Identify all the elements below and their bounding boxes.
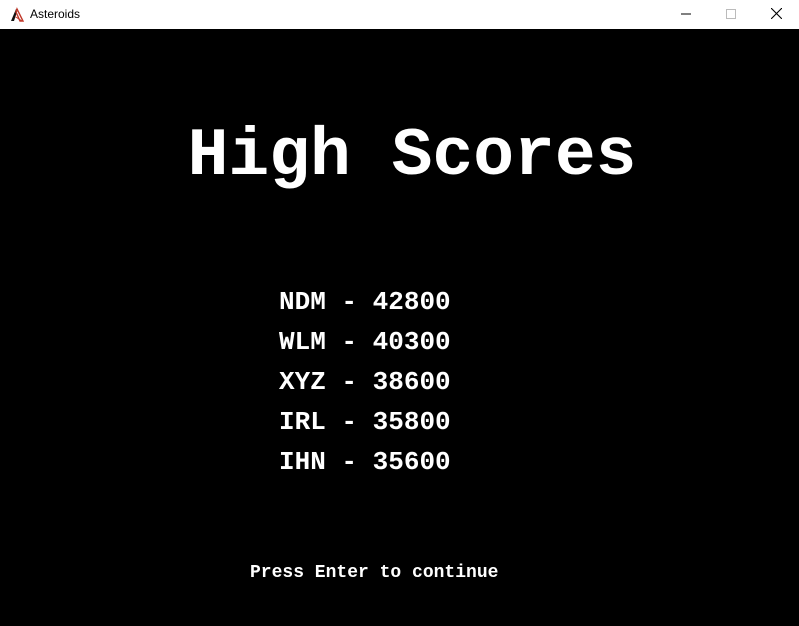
continue-prompt: Press Enter to continue bbox=[250, 563, 499, 583]
score-value: 35600 bbox=[372, 447, 451, 477]
score-separator: - bbox=[341, 447, 358, 477]
score-separator: - bbox=[341, 407, 358, 437]
score-row: IHN - 35600 bbox=[279, 442, 539, 482]
score-initials: XYZ bbox=[279, 367, 326, 397]
score-separator: - bbox=[341, 367, 358, 397]
score-separator: - bbox=[341, 327, 358, 357]
asteroids-app-icon bbox=[9, 7, 25, 23]
minimize-icon bbox=[681, 6, 691, 24]
score-initials: IRL bbox=[279, 407, 326, 437]
game-canvas[interactable]: High Scores NDM - 42800 WLM - 40300 XYZ … bbox=[0, 29, 799, 626]
window-title: Asteroids bbox=[30, 7, 81, 21]
maximize-button[interactable] bbox=[708, 0, 754, 29]
score-row: XYZ - 38600 bbox=[279, 362, 539, 402]
score-initials: NDM bbox=[279, 287, 326, 317]
score-row: NDM - 42800 bbox=[279, 282, 539, 322]
score-value: 42800 bbox=[372, 287, 451, 317]
close-icon bbox=[770, 6, 782, 24]
minimize-button[interactable] bbox=[663, 0, 709, 29]
high-scores-heading: High Scores bbox=[187, 118, 637, 195]
score-separator: - bbox=[341, 287, 358, 317]
score-initials: WLM bbox=[279, 327, 326, 357]
score-value: 38600 bbox=[372, 367, 451, 397]
score-value: 35800 bbox=[372, 407, 451, 437]
score-value: 40300 bbox=[372, 327, 451, 357]
high-score-list: NDM - 42800 WLM - 40300 XYZ - 38600 IRL … bbox=[279, 282, 539, 482]
app-window: Asteroids High Scores NDM - 42800 WLM - bbox=[0, 0, 799, 626]
score-initials: IHN bbox=[279, 447, 326, 477]
close-button[interactable] bbox=[753, 0, 799, 29]
score-row: WLM - 40300 bbox=[279, 322, 539, 362]
title-bar[interactable]: Asteroids bbox=[0, 0, 799, 29]
score-row: IRL - 35800 bbox=[279, 402, 539, 442]
maximize-icon bbox=[726, 6, 736, 24]
